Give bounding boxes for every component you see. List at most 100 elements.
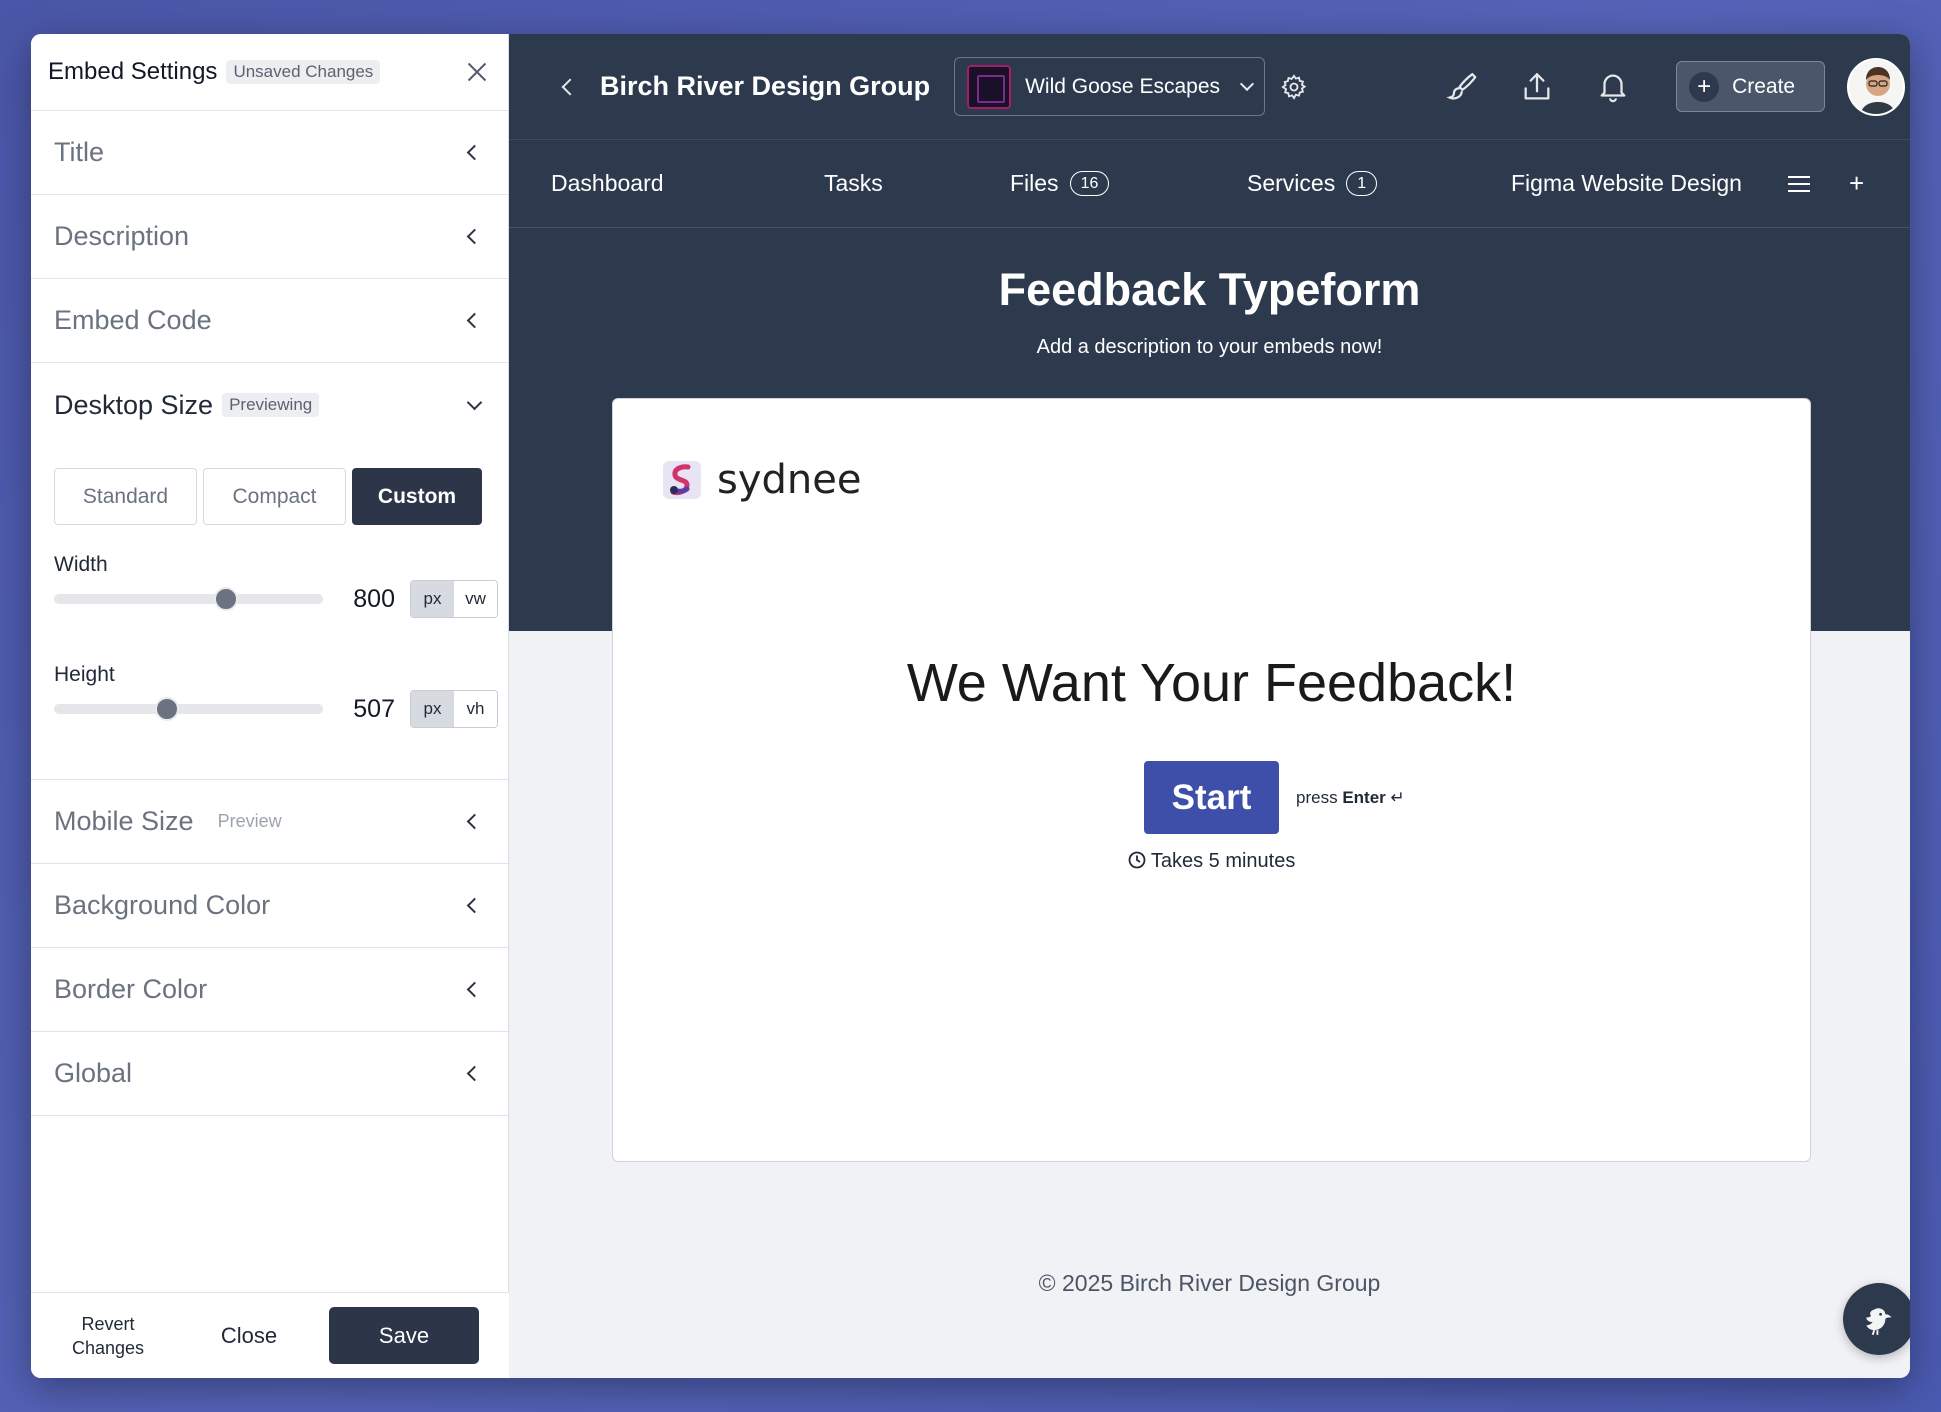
height-slider-thumb[interactable]	[154, 697, 179, 721]
size-preset-segmented-control: Standard Compact Custom	[54, 468, 508, 525]
chevron-down-icon	[1240, 76, 1255, 91]
bell-icon[interactable]	[1596, 70, 1630, 104]
height-value: 507	[353, 694, 395, 723]
preset-standard-button[interactable]: Standard	[54, 468, 197, 525]
user-avatar[interactable]	[1847, 57, 1906, 116]
close-icon[interactable]	[464, 59, 490, 85]
app-window: Embed Settings Unsaved Changes Title Des…	[31, 34, 1910, 1378]
tab-files[interactable]: Files 16	[1010, 170, 1110, 197]
hamburger-menu-icon[interactable]	[1787, 174, 1811, 194]
add-tab-icon[interactable]: +	[1849, 168, 1864, 199]
chevron-left-icon	[466, 981, 483, 998]
width-unit-vw[interactable]: vw	[454, 581, 497, 617]
width-slider[interactable]	[54, 587, 323, 611]
width-unit-px[interactable]: px	[411, 581, 454, 617]
width-control: 800 px vw	[54, 579, 508, 619]
settings-gear-icon[interactable]	[1280, 73, 1308, 101]
desktop-size-header[interactable]: Desktop Size Previewing	[31, 363, 508, 447]
preset-custom-button[interactable]: Custom	[352, 468, 482, 525]
chevron-down-icon	[466, 394, 483, 410]
press-prefix: press	[1296, 788, 1338, 807]
revert-line-1: Revert	[81, 1313, 135, 1334]
embed-description: Add a description to your embeds now!	[1036, 336, 1383, 358]
section-embed-code[interactable]: Embed Code	[31, 279, 508, 363]
tab-figma-website-design[interactable]: Figma Website Design	[1511, 170, 1742, 197]
project-selector[interactable]: Wild Goose Escapes	[954, 57, 1266, 116]
section-border-color-label: Border Color	[54, 974, 208, 1004]
tab-services-label: Services	[1247, 170, 1336, 196]
revert-line-2: Changes	[71, 1337, 145, 1358]
section-description-label: Description	[54, 221, 190, 251]
clock-icon	[1128, 851, 1146, 869]
sydnee-logo-icon	[663, 461, 701, 499]
chevron-left-icon	[466, 312, 483, 329]
org-name: Birch River Design Group	[600, 71, 931, 101]
preset-compact-button[interactable]: Compact	[203, 468, 346, 525]
duration-text: Takes 5 minutes	[1150, 850, 1296, 872]
height-unit-vh[interactable]: vh	[454, 691, 497, 727]
section-background-color[interactable]: Background Color	[31, 864, 508, 948]
tab-dashboard[interactable]: Dashboard	[551, 170, 664, 197]
tab-bar: Dashboard Tasks Files 16 Services 1 Figm…	[509, 140, 1910, 228]
embed-title: Feedback Typeform	[998, 264, 1421, 315]
typeform-embed-card: sydnee We Want Your Feedback! Start pres…	[612, 398, 1811, 1162]
files-count-badge: 16	[1069, 171, 1110, 196]
mobile-preview-label[interactable]: Preview	[218, 811, 282, 832]
chevron-left-icon[interactable]	[561, 78, 579, 95]
tab-dashboard-label: Dashboard	[551, 170, 664, 196]
section-background-color-label: Background Color	[54, 890, 271, 920]
brand-logo: sydnee	[661, 457, 861, 503]
height-unit-px[interactable]: px	[411, 691, 454, 727]
chevron-left-icon	[466, 144, 483, 161]
press-enter-hint: press Enter ↵	[1296, 788, 1405, 808]
save-button[interactable]: Save	[329, 1307, 479, 1364]
start-button[interactable]: Start	[1144, 761, 1279, 834]
section-global-label: Global	[54, 1058, 133, 1088]
chat-bird-icon[interactable]	[1843, 1283, 1910, 1355]
section-description[interactable]: Description	[31, 195, 508, 279]
section-global[interactable]: Global	[31, 1032, 508, 1116]
unsaved-changes-badge: Unsaved Changes	[226, 60, 381, 84]
top-navbar: Birch River Design Group Wild Goose Esca…	[509, 34, 1910, 140]
chevron-left-icon	[466, 1065, 483, 1082]
project-name: Wild Goose Escapes	[1025, 74, 1220, 98]
section-desktop-size: Desktop Size Previewing Standard Compact…	[31, 363, 508, 780]
width-slider-thumb[interactable]	[214, 587, 239, 611]
chevron-left-icon	[466, 813, 483, 830]
section-embed-code-label: Embed Code	[54, 305, 212, 335]
section-mobile-size[interactable]: Mobile Size Preview	[31, 780, 508, 864]
section-title-label: Title	[54, 137, 105, 167]
duration-note: Takes 5 minutes	[613, 850, 1810, 873]
height-control: 507 px vh	[54, 689, 508, 729]
close-button[interactable]: Close	[185, 1323, 313, 1349]
height-slider[interactable]	[54, 697, 323, 721]
width-value: 800	[353, 584, 395, 613]
project-thumbnail	[967, 64, 1012, 109]
height-label: Height	[54, 663, 115, 686]
section-border-color[interactable]: Border Color	[31, 948, 508, 1032]
chevron-left-icon	[466, 228, 483, 245]
copyright-footer: © 2025 Birch River Design Group	[1038, 1270, 1381, 1296]
section-title[interactable]: Title	[31, 111, 508, 195]
sidebar-footer: Revert Changes Close Save	[31, 1292, 509, 1378]
section-desktop-size-label: Desktop Size	[54, 389, 214, 420]
brand-name: sydnee	[717, 457, 862, 503]
revert-changes-button[interactable]: Revert Changes	[31, 1312, 185, 1360]
height-unit-toggle: px vh	[410, 690, 498, 728]
tab-services[interactable]: Services 1	[1247, 170, 1378, 197]
main-preview: Birch River Design Group Wild Goose Esca…	[509, 34, 1910, 1378]
tab-tasks[interactable]: Tasks	[824, 170, 883, 197]
create-button[interactable]: + Create	[1676, 61, 1826, 112]
brush-icon[interactable]	[1444, 70, 1478, 104]
sidebar-title: Embed Settings	[48, 58, 218, 85]
share-upload-icon[interactable]	[1520, 70, 1554, 104]
width-unit-toggle: px vw	[410, 580, 498, 618]
width-label: Width	[54, 553, 108, 576]
services-count-badge: 1	[1346, 171, 1378, 196]
sidebar-header: Embed Settings Unsaved Changes	[31, 34, 508, 111]
plus-icon: +	[1689, 71, 1720, 102]
tab-files-label: Files	[1010, 170, 1059, 196]
create-label: Create	[1732, 74, 1796, 98]
feedback-heading: We Want Your Feedback!	[906, 653, 1517, 713]
return-key-icon: ↵	[1390, 788, 1405, 807]
